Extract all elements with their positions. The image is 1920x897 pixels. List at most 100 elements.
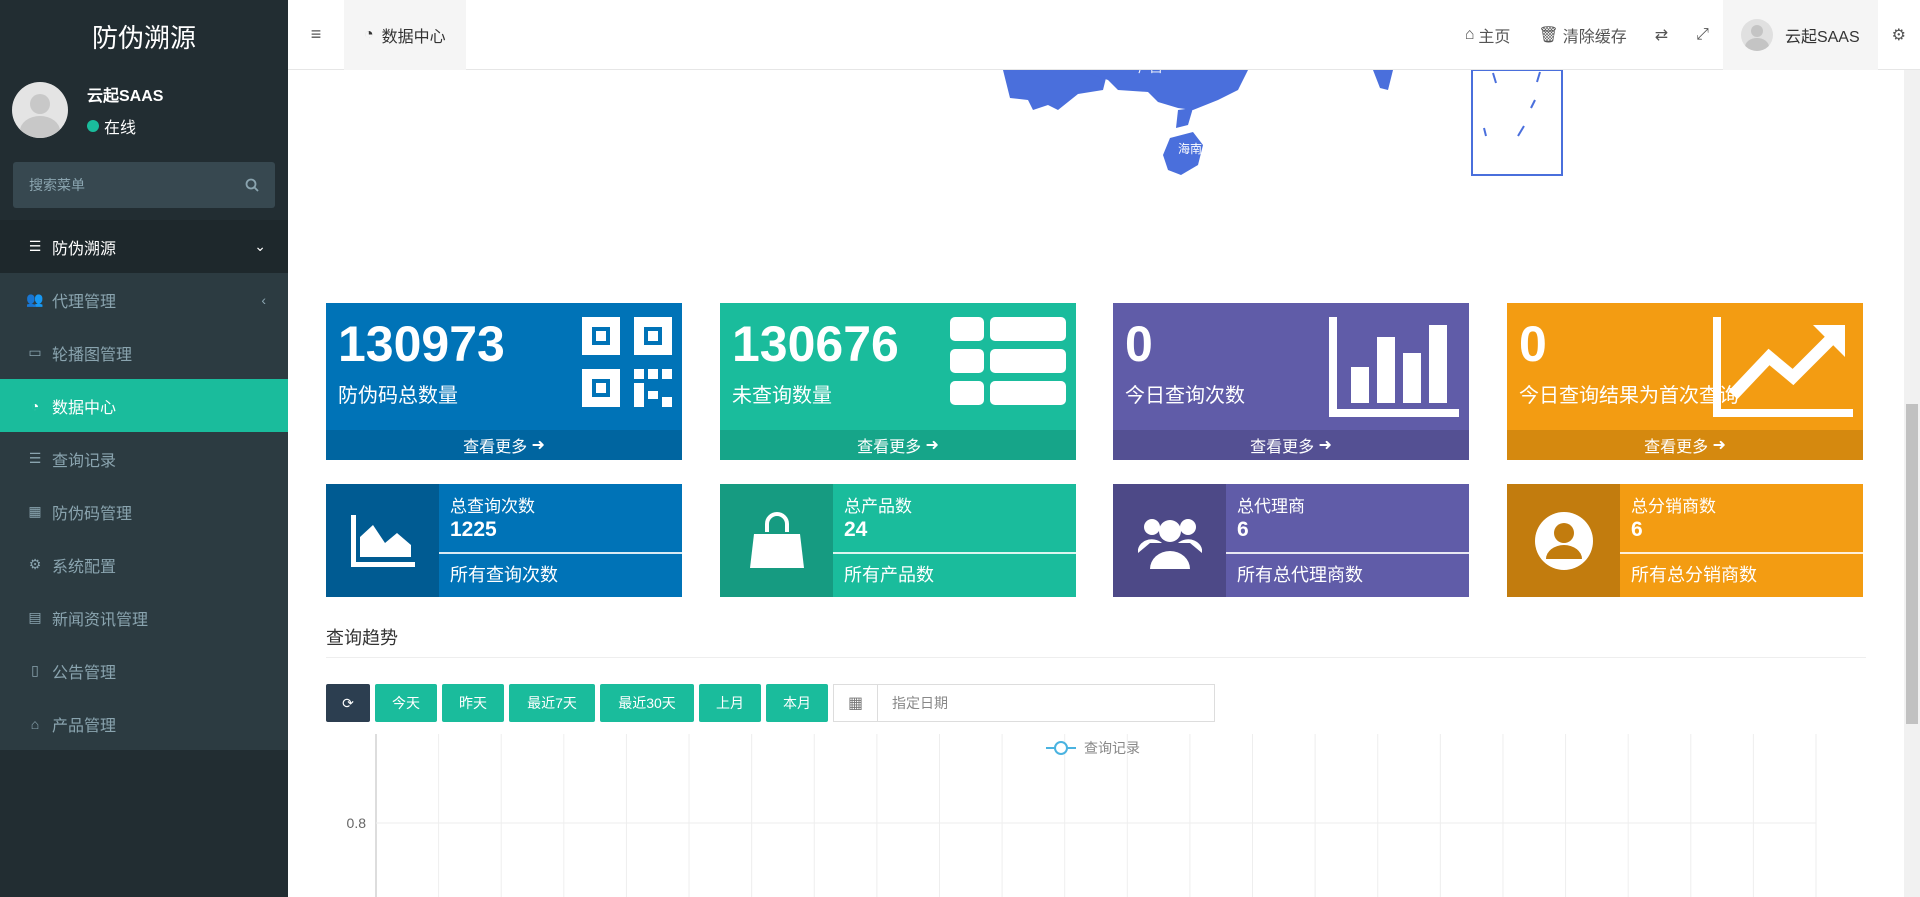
arrow-circle-right-icon: ➜	[1318, 437, 1332, 454]
newspaper-icon: ▤	[28, 609, 42, 625]
chart-legend-label: 查询记录	[1084, 740, 1140, 756]
arrow-circle-right-icon: ➜	[1712, 437, 1726, 454]
info-box-total-products: 总产品数 24 所有产品数	[720, 484, 1076, 597]
trash-icon: 🗑	[1538, 26, 1559, 44]
dashboard-icon: ◔	[30, 397, 40, 414]
sidebar-item-anti-counterfeit[interactable]: ☰ 防伪溯源 ⌄	[0, 220, 288, 273]
main-content: 广西 海南 130973 防伪码总数量 查看更多 ➜ 130676 未查询数量	[288, 70, 1904, 897]
sidebar-item-agent[interactable]: 👥 代理管理 ‹	[0, 273, 288, 326]
filter-today-button[interactable]: 今天	[375, 684, 437, 722]
arrow-circle-right-icon: ➜	[531, 437, 545, 454]
avatar	[12, 82, 68, 138]
search-icon[interactable]	[245, 178, 259, 192]
user-panel: 云起SAAS 在线	[0, 72, 288, 148]
stat-card-first-queries: 0 今日查询结果为首次查询 查看更多 ➜	[1507, 303, 1863, 460]
info-box-title: 总产品数	[844, 497, 912, 516]
info-box-desc: 所有产品数	[844, 565, 934, 585]
refresh-icon: ⟳	[342, 694, 354, 711]
info-box-total-distributors: 总分销商数 6 所有总分销商数	[1507, 484, 1863, 597]
query-trend-chart: 0.8 查询记录	[347, 734, 1817, 897]
sidebar-item-settings[interactable]: ⚙ 系统配置	[0, 538, 288, 591]
filter-yesterday-button[interactable]: 昨天	[442, 684, 504, 722]
chart-legend-marker	[1054, 741, 1068, 755]
info-box-total-queries: 总查询次数 1225 所有查询次数	[326, 484, 682, 597]
stat-card-total-codes: 130973 防伪码总数量 查看更多 ➜	[326, 303, 682, 460]
home-icon: ⌂	[1464, 25, 1475, 43]
filter-this-month-button[interactable]: 本月	[766, 684, 828, 722]
area-chart-icon	[326, 484, 439, 597]
stat-label: 今日查询次数	[1125, 385, 1245, 407]
sidebar-item-codes[interactable]: ▦ 防伪码管理	[0, 485, 288, 538]
list-icon: ☰	[28, 450, 42, 466]
qrcode-icon	[582, 317, 672, 407]
stat-value: 0	[1519, 316, 1547, 372]
users-icon	[1113, 484, 1226, 597]
stat-card-today-queries: 0 今日查询次数 查看更多 ➜	[1113, 303, 1469, 460]
user-menu[interactable]: 云起SAAS	[1722, 0, 1878, 70]
date-filter-bar: ⟳ 今天 昨天 最近7天 最近30天 上月 本月 ▦ 指定日期	[326, 684, 1215, 722]
stat-card-unqueried: 130676 未查询数量 查看更多 ➜	[720, 303, 1076, 460]
view-more-link[interactable]: 查看更多 ➜	[326, 430, 682, 460]
sidebar-item-notices[interactable]: ▯ 公告管理	[0, 644, 288, 697]
scrollbar[interactable]	[1904, 70, 1920, 897]
info-box-value: 6	[1237, 518, 1249, 541]
user-name: 云起SAAS	[87, 88, 164, 105]
info-box-title: 总分销商数	[1631, 497, 1716, 516]
tab-data-center[interactable]: ◔ 数据中心	[344, 0, 466, 70]
qrcode-icon: ▦	[28, 503, 42, 519]
avatar	[1740, 18, 1773, 51]
filter-last-month-button[interactable]: 上月	[699, 684, 761, 722]
info-box-title: 总代理商	[1237, 497, 1305, 516]
sidebar-toggle-icon[interactable]: ≡	[288, 0, 344, 70]
image-icon: ▭	[28, 344, 42, 360]
shopping-bag-icon	[720, 484, 833, 597]
date-placeholder: 指定日期	[892, 695, 948, 711]
date-picker-input[interactable]: ▦ 指定日期	[833, 684, 1215, 722]
user-status: 在线	[87, 114, 163, 138]
list-icon	[950, 317, 1066, 405]
file-icon: ▯	[31, 662, 39, 678]
sidebar-item-news[interactable]: ▤ 新闻资讯管理	[0, 591, 288, 644]
app-logo[interactable]: 防伪溯源	[0, 0, 288, 72]
calendar-icon: ▦	[834, 685, 878, 721]
clear-cache-link[interactable]: 🗑 清除缓存	[1524, 0, 1640, 70]
sidebar-item-query-records[interactable]: ☰ 查询记录	[0, 432, 288, 485]
info-box-total-agents: 总代理商 6 所有总代理商数	[1113, 484, 1469, 597]
settings-gears-icon[interactable]: ⚙	[1878, 0, 1920, 70]
stat-label: 防伪码总数量	[338, 385, 458, 407]
scrollbar-thumb[interactable]	[1906, 404, 1918, 724]
stat-value: 130676	[732, 316, 899, 372]
shopping-bag-icon: ⌂	[30, 715, 40, 732]
view-more-link[interactable]: 查看更多 ➜	[720, 430, 1076, 460]
filter-30days-button[interactable]: 最近30天	[600, 684, 694, 722]
menu-search-input[interactable]: 搜索菜单	[13, 162, 275, 208]
user-circle-icon	[1507, 484, 1620, 597]
view-more-link[interactable]: 查看更多 ➜	[1507, 430, 1863, 460]
trend-title: 查询趋势	[326, 628, 398, 648]
info-box-value: 24	[844, 518, 868, 541]
china-map: 广西 海南	[1003, 70, 1563, 176]
bar-chart-icon	[1329, 317, 1459, 417]
stat-value: 130973	[338, 316, 505, 372]
filter-7days-button[interactable]: 最近7天	[509, 684, 595, 722]
sidebar-item-data-center[interactable]: ◔ 数据中心	[0, 379, 288, 432]
chevron-left-icon: ‹	[261, 291, 266, 308]
refresh-button[interactable]: ⟳	[326, 684, 370, 722]
home-link[interactable]: ⌂ 主页	[1451, 0, 1525, 70]
view-more-link[interactable]: 查看更多 ➜	[1113, 430, 1469, 460]
stat-value: 0	[1125, 316, 1153, 372]
sidebar-item-carousel[interactable]: ▭ 轮播图管理	[0, 326, 288, 379]
info-box-desc: 所有总代理商数	[1237, 565, 1363, 585]
chart-y-tick-label: 0.8	[347, 815, 367, 831]
language-icon[interactable]: ⇄	[1641, 0, 1682, 70]
fullscreen-icon[interactable]: ⤢	[1682, 0, 1723, 70]
dashboard-icon: ◔	[364, 25, 374, 43]
list-icon: ☰	[28, 238, 42, 254]
sidebar-item-products[interactable]: ⌂ 产品管理	[0, 697, 288, 750]
info-box-title: 总查询次数	[450, 497, 535, 516]
info-box-value: 6	[1631, 518, 1643, 541]
gear-icon: ⚙	[28, 556, 42, 572]
info-box-desc: 所有总分销商数	[1631, 565, 1757, 585]
users-icon: 👥	[26, 291, 44, 307]
top-user-name: 云起SAAS	[1784, 28, 1860, 46]
